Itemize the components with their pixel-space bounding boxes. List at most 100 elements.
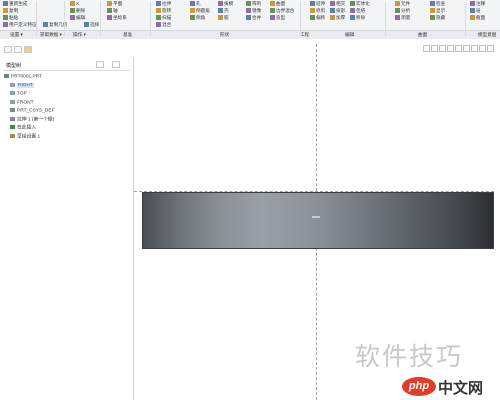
ribbon-group-label[interactable]: 工程: [300, 32, 309, 38]
command-label: 包络: [356, 8, 366, 13]
ribbon-command[interactable]: 选择: [84, 22, 99, 28]
command-icon: [395, 8, 400, 14]
tree-node-label: 拉伸 1 (第一个壁): [17, 116, 55, 122]
ribbon-group-label[interactable]: 设置 ▾: [10, 32, 23, 38]
command-icon: [470, 8, 475, 14]
ribbon-command[interactable]: 合并: [246, 15, 261, 21]
tree-node[interactable]: 拉伸 1 (第一个壁): [10, 116, 55, 123]
ribbon-command[interactable]: 编辑: [70, 15, 85, 21]
command-label: 镜像: [252, 8, 262, 13]
command-label: 拉伸: [162, 1, 172, 6]
ribbon-command[interactable]: 注释: [470, 1, 485, 7]
group-separator: [385, 2, 386, 36]
tree-node[interactable]: 草绘设置 1: [10, 133, 40, 140]
ribbon-command[interactable]: 阵列: [246, 1, 261, 7]
ribbon-command[interactable]: 孔: [190, 1, 201, 7]
zoom-in-icon[interactable]: [431, 45, 438, 52]
command-label: 孔: [196, 1, 201, 6]
ribbon-command[interactable]: 包络: [350, 8, 365, 14]
ribbon-command[interactable]: X: [70, 1, 79, 7]
ribbon-command[interactable]: 元件: [395, 1, 410, 7]
ribbon-command[interactable]: 显示: [430, 8, 445, 14]
ribbon-group-label[interactable]: 模型意图: [478, 32, 496, 38]
saved-views-icon[interactable]: [463, 45, 470, 52]
tree-node[interactable]: FRONT: [10, 99, 34, 106]
ribbon-group-label[interactable]: 基准: [123, 32, 132, 38]
ribbon-command[interactable]: 延伸: [310, 1, 325, 7]
ribbon-command[interactable]: 混合: [156, 22, 171, 28]
part-icon: [4, 74, 9, 78]
command-icon: [190, 8, 195, 14]
ribbon-command[interactable]: 删除: [70, 8, 85, 14]
tree-node[interactable]: TOP: [10, 91, 27, 97]
group-separator: [300, 2, 301, 36]
ribbon-command[interactable]: 扫描: [156, 15, 171, 21]
ribbon-command[interactable]: 层: [470, 8, 481, 14]
command-icon: [330, 1, 335, 7]
ribbon-command[interactable]: 移除: [350, 15, 365, 21]
ribbon-command[interactable]: 检查: [430, 1, 445, 7]
ribbon-command[interactable]: 投影: [330, 8, 345, 14]
tree-node[interactable]: PRT_CSYS_DEF: [10, 108, 55, 114]
zoom-out-icon[interactable]: [439, 45, 446, 52]
command-icon: [470, 1, 475, 7]
command-icon: [430, 15, 435, 21]
ribbon-group-label[interactable]: 曲面: [418, 32, 427, 38]
tree-node[interactable]: RIGHT: [10, 82, 34, 89]
ribbon-command[interactable]: 实体化: [350, 1, 370, 7]
ribbon-command[interactable]: 粘贴: [3, 15, 18, 21]
ribbon-command[interactable]: 边界混合: [270, 8, 294, 14]
ribbon-command[interactable]: 坐标系: [107, 15, 127, 21]
ribbon-command[interactable]: 倒圆角: [190, 8, 210, 14]
command-label: 显示: [436, 8, 446, 13]
ribbon-command[interactable]: 筋: [218, 15, 229, 21]
ribbon-group-label[interactable]: 形状: [220, 32, 229, 38]
ribbon-group-label[interactable]: 获取数据 ▾: [40, 32, 62, 38]
tree-columns-icon[interactable]: [112, 61, 120, 68]
repaint-icon[interactable]: [447, 45, 454, 52]
ribbon-command[interactable]: 拔模: [218, 1, 233, 7]
ribbon-command[interactable]: 测量: [395, 15, 410, 21]
ribbon-command[interactable]: 平面: [107, 1, 122, 7]
command-label: 合并: [252, 15, 262, 20]
ribbon-command[interactable]: 加厚: [330, 15, 345, 21]
refit-icon[interactable]: [423, 45, 430, 52]
tree-filter-icon[interactable]: [96, 61, 104, 68]
ribbon-command[interactable]: 重新生成: [3, 1, 27, 7]
command-label: 旋转: [162, 8, 172, 13]
display-style-icon[interactable]: [455, 45, 462, 52]
command-label: 阵列: [252, 1, 262, 6]
ribbon-command[interactable]: 旋转: [156, 8, 171, 14]
model-tree-panel: 模型树 PRT0001.PRT RIGHT TOP FRONT PRT_CSYS_DEF…: [0, 57, 134, 400]
extruded-solid[interactable]: [142, 192, 494, 249]
ribbon-command[interactable]: 截面: [470, 15, 485, 21]
ribbon-group-label[interactable]: 编辑: [345, 32, 354, 38]
ribbon-group-label[interactable]: 操作 ▾: [73, 32, 86, 38]
show-button[interactable]: [14, 46, 22, 53]
datum-display-icon[interactable]: [479, 45, 486, 52]
ribbon-command[interactable]: 壳: [218, 8, 229, 14]
folder-icon[interactable]: [24, 46, 32, 53]
group-separator: [64, 2, 65, 36]
ribbon-command[interactable]: 倒角: [190, 15, 205, 21]
ribbon-command[interactable]: 轴: [107, 8, 118, 14]
command-icon: [470, 15, 475, 21]
ribbon-command[interactable]: 隐藏: [430, 15, 445, 21]
view-manager-icon[interactable]: [471, 45, 478, 52]
ribbon-command[interactable]: 用户定义特征: [3, 22, 37, 28]
tree-node-label: 在此插入: [17, 125, 37, 131]
command-label: 壳: [224, 8, 229, 13]
ribbon-command[interactable]: 复制: [3, 8, 18, 14]
ribbon-command[interactable]: 修剪: [310, 8, 325, 14]
ribbon-command[interactable]: 偏移: [310, 15, 325, 21]
ribbon-command[interactable]: 相交: [330, 1, 345, 7]
tree-settings-button[interactable]: [4, 46, 12, 53]
tree-node[interactable]: 在此插入: [10, 125, 36, 131]
ribbon-command[interactable]: 分析: [395, 8, 410, 14]
spin-center-icon[interactable]: [487, 45, 494, 52]
tree-node[interactable]: PRT0001.PRT: [4, 74, 42, 80]
ribbon-command[interactable]: 镜像: [246, 8, 261, 14]
ribbon-command[interactable]: 拉伸: [156, 1, 171, 7]
ribbon-command[interactable]: 造型: [270, 15, 285, 21]
ribbon-command[interactable]: 曲面: [270, 1, 285, 7]
